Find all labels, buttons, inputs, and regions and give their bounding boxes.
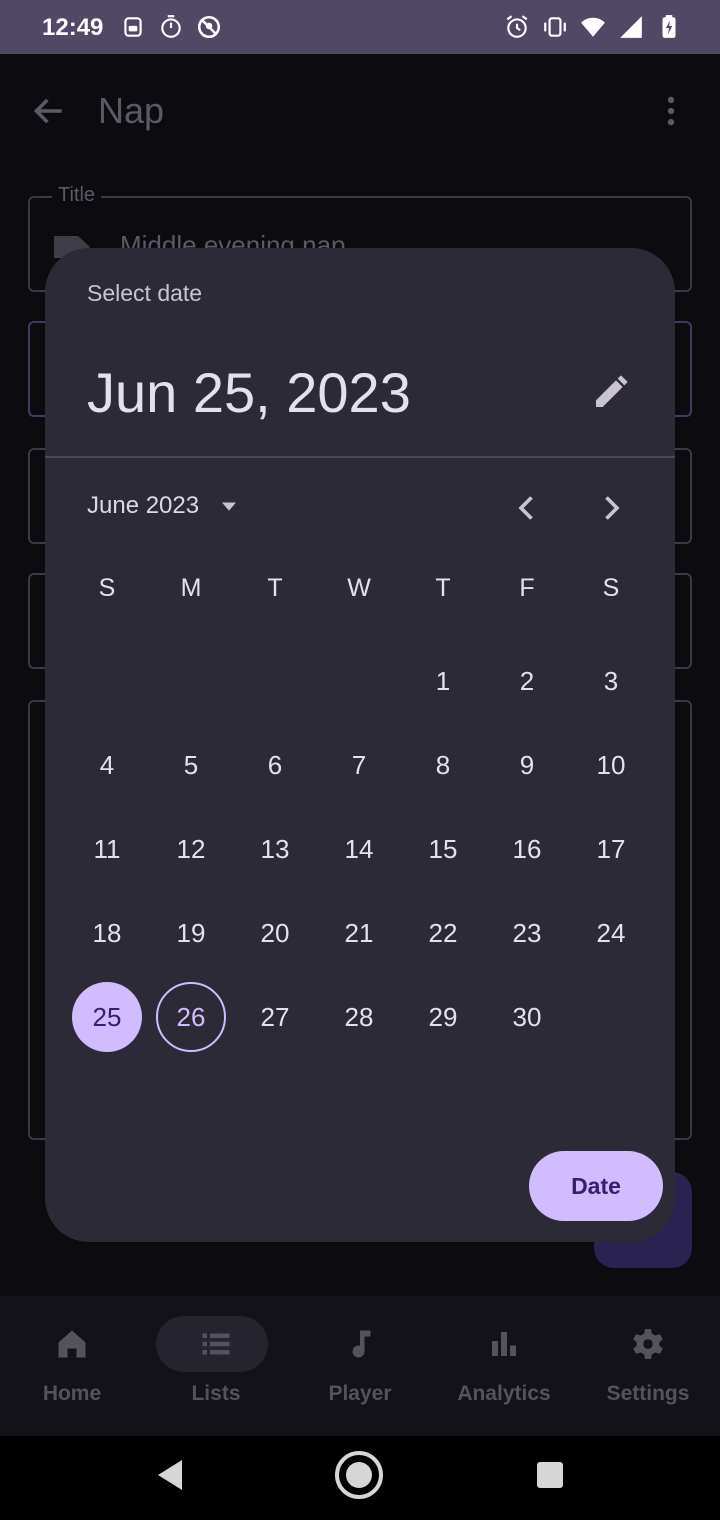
calendar-day[interactable]: 9: [492, 730, 562, 800]
calendar-day[interactable]: 23: [492, 898, 562, 968]
nav-item-analytics[interactable]: Analytics: [432, 1296, 576, 1436]
system-recents-icon[interactable]: [536, 1461, 564, 1489]
calendar-day[interactable]: 2: [492, 646, 562, 716]
nav-item-home[interactable]: Home: [0, 1296, 144, 1436]
home-icon: [54, 1326, 90, 1362]
weekday-label: F: [519, 574, 535, 602]
status-bar: 12:49: [0, 0, 720, 54]
month-year-selector[interactable]: June 2023: [87, 492, 243, 520]
month-year-label: June 2023: [87, 492, 200, 519]
calendar-day[interactable]: 17: [576, 814, 646, 884]
alarm-icon: [504, 14, 530, 45]
dialog-heading: Select date: [87, 280, 203, 306]
nav-item-lists[interactable]: Lists: [144, 1296, 288, 1436]
weekday-label: S: [98, 574, 116, 602]
bar-chart-icon: [486, 1326, 522, 1362]
selected-date-headline: Jun 25, 2023: [87, 361, 411, 424]
calendar-day[interactable]: 4: [72, 730, 142, 800]
date-picker-dialog: Select date Jun 25, 2023 June 2023 S M T W T…: [45, 248, 675, 1242]
calendar-day[interactable]: 16: [492, 814, 562, 884]
status-right-icons: [504, 14, 682, 45]
title-field-label: Title: [52, 184, 102, 207]
status-left-icons: [120, 14, 222, 45]
calendar-day-today[interactable]: 26: [156, 982, 226, 1052]
calendar-day[interactable]: 11: [72, 814, 142, 884]
weekday-label: S: [602, 574, 620, 602]
next-month-button[interactable]: [593, 490, 629, 526]
bottom-navigation: Home Lists Player Analytics Settings: [0, 1296, 720, 1436]
location-off-icon: [196, 14, 222, 45]
weekday-label: T: [435, 574, 451, 602]
timer-icon: [158, 14, 184, 45]
calendar-day[interactable]: 6: [240, 730, 310, 800]
calendar-day[interactable]: 20: [240, 898, 310, 968]
list-icon: [198, 1326, 234, 1362]
calendar-day[interactable]: 7: [324, 730, 394, 800]
nav-item-settings[interactable]: Settings: [576, 1296, 720, 1436]
weekday-label: W: [347, 574, 371, 602]
wifi-icon: [580, 14, 606, 45]
calendar-day[interactable]: 13: [240, 814, 310, 884]
battery-charging-icon: [656, 14, 682, 45]
nav-label: Settings: [606, 1382, 690, 1405]
calendar-day[interactable]: 15: [408, 814, 478, 884]
music-note-icon: [342, 1326, 378, 1362]
calendar-day[interactable]: 3: [576, 646, 646, 716]
calendar-day[interactable]: 10: [576, 730, 646, 800]
vibrate-icon: [542, 14, 568, 45]
calendar-day[interactable]: 8: [408, 730, 478, 800]
calendar-day-selected[interactable]: 25: [72, 982, 142, 1052]
weekday-label: M: [180, 574, 202, 602]
arrow-drop-down-icon: [215, 492, 243, 520]
calendar-day[interactable]: 18: [72, 898, 142, 968]
nav-item-player[interactable]: Player: [288, 1296, 432, 1436]
calendar-day[interactable]: 24: [576, 898, 646, 968]
calendar-day[interactable]: 1: [408, 646, 478, 716]
edit-pencil-icon[interactable]: [591, 372, 631, 412]
calendar-day[interactable]: 28: [324, 982, 394, 1052]
system-back-icon[interactable]: [152, 1456, 186, 1494]
weekday-label: T: [267, 574, 283, 602]
back-arrow-icon[interactable]: [30, 92, 68, 130]
calendar-day[interactable]: 27: [240, 982, 310, 1052]
previous-month-button[interactable]: [509, 490, 545, 526]
screen: 12:49 Nap Title Middle evening nap Home …: [0, 0, 720, 1520]
calendar-day[interactable]: 21: [324, 898, 394, 968]
system-navigation-bar: [0, 1436, 720, 1520]
app-bar: Nap: [0, 54, 720, 166]
divider: [45, 456, 675, 458]
calendar-day[interactable]: 22: [408, 898, 478, 968]
calendar-day[interactable]: 12: [156, 814, 226, 884]
gear-icon: [630, 1326, 666, 1362]
page-title: Nap: [98, 90, 165, 131]
calendar-day[interactable]: 29: [408, 982, 478, 1052]
calendar-day[interactable]: 30: [492, 982, 562, 1052]
more-vert-icon[interactable]: [652, 92, 690, 130]
system-home-icon[interactable]: [334, 1450, 384, 1500]
calendar-day[interactable]: 14: [324, 814, 394, 884]
nav-label: Home: [42, 1382, 102, 1405]
signal-icon: [618, 14, 644, 45]
confirm-date-button[interactable]: Date: [529, 1151, 663, 1221]
status-time: 12:49: [42, 14, 104, 41]
sim-card-icon: [120, 14, 146, 45]
nav-label: Lists: [191, 1382, 241, 1405]
nav-label: Player: [328, 1382, 392, 1405]
nav-label: Analytics: [457, 1382, 551, 1405]
weekday-header-row: SMTWTFS: [65, 574, 653, 622]
calendar-day[interactable]: 19: [156, 898, 226, 968]
calendar-day[interactable]: 5: [156, 730, 226, 800]
